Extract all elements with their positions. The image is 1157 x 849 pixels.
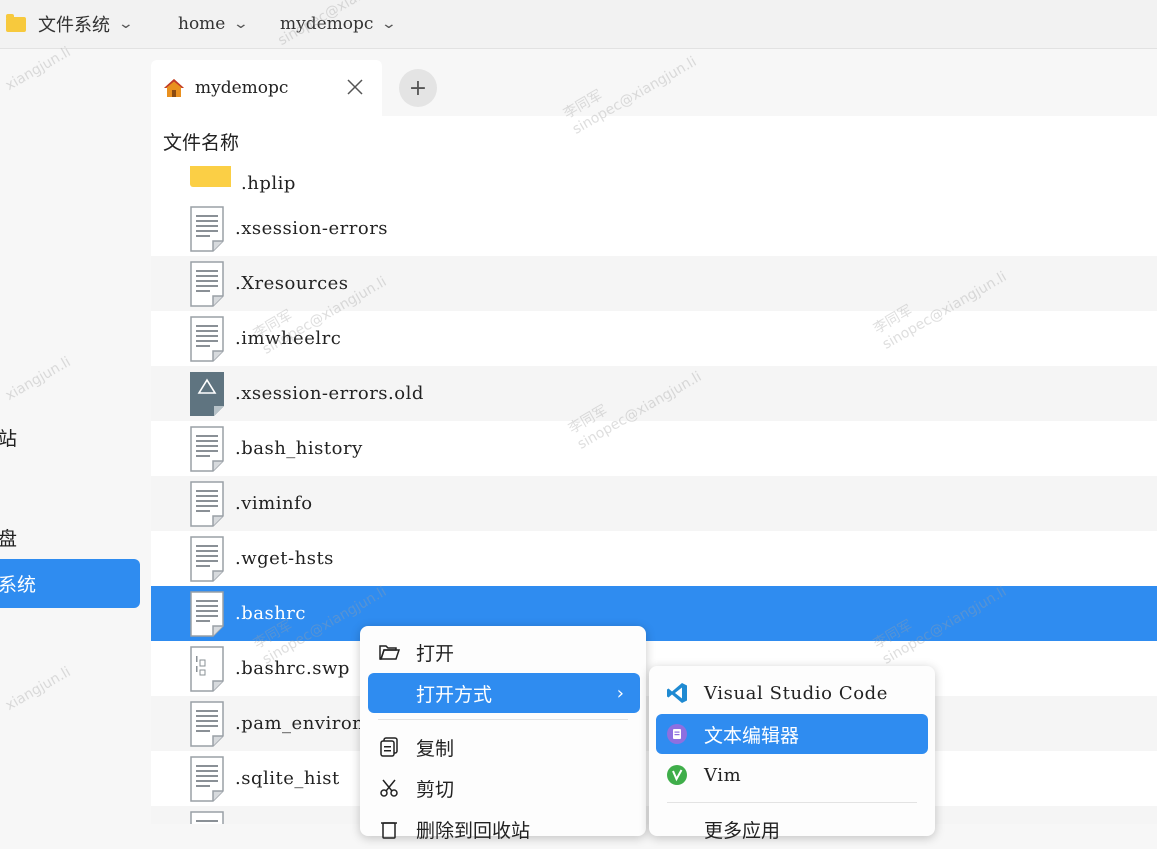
close-icon[interactable] xyxy=(346,78,364,96)
menu-divider xyxy=(667,802,917,803)
chevron-down-icon: ⌄ xyxy=(233,16,250,32)
menu-item-label: 文本编辑器 xyxy=(704,724,800,747)
sidebar-item-disk[interactable]: 盘 xyxy=(0,524,17,551)
file-row[interactable]: .xsession-errors.old xyxy=(151,366,1157,421)
sidebar-item-label: 盘 xyxy=(0,528,18,550)
sidebar-item-trash[interactable]: 站 xyxy=(0,424,17,451)
menu-item-more-apps[interactable]: 更多应用 xyxy=(656,809,928,849)
breadcrumb-home-label: home xyxy=(178,14,226,34)
file-row-selected[interactable]: .bashrc xyxy=(151,586,1157,641)
tab-mydemopc[interactable]: mydemopc xyxy=(151,60,382,116)
breadcrumb-user-label: mydemopc xyxy=(280,14,374,34)
folder-open-icon xyxy=(379,645,400,660)
home-icon xyxy=(164,79,184,97)
menu-item-open-with[interactable]: 打开方式 › xyxy=(368,673,640,713)
text-file-icon xyxy=(190,535,224,582)
file-name: .xsession-errors xyxy=(235,218,389,239)
file-name: .viminfo xyxy=(235,493,313,514)
menu-item-label: 剪切 xyxy=(416,778,455,801)
breadcrumb-root-label: 文件系统 xyxy=(38,15,110,36)
file-name: .sqlite_hist xyxy=(235,768,340,789)
chevron-down-icon: ⌄ xyxy=(381,16,398,32)
sidebar-item-label: 系统 xyxy=(0,574,37,596)
copy-icon xyxy=(380,737,398,757)
text-file-icon xyxy=(190,425,224,472)
chevron-down-icon: ⌄ xyxy=(117,16,135,32)
file-name: .hplip xyxy=(241,173,296,194)
file-row[interactable]: .viminfo xyxy=(151,476,1157,531)
text-file-icon xyxy=(190,260,224,307)
file-row[interactable]: .hplip xyxy=(151,166,1157,201)
sidebar: 站 盘 系统 xyxy=(0,49,148,824)
file-row[interactable]: .xsession-errors xyxy=(151,201,1157,256)
file-row[interactable]: .Xresources xyxy=(151,256,1157,311)
text-file-icon xyxy=(190,755,224,802)
vscode-icon xyxy=(667,683,687,703)
text-file-icon xyxy=(190,480,224,527)
folder-icon xyxy=(6,13,26,32)
plus-icon: + xyxy=(408,75,428,101)
file-row[interactable]: .bash_history xyxy=(151,421,1157,476)
menu-item-vscode[interactable]: Visual Studio Code xyxy=(656,673,928,713)
breadcrumb-user[interactable]: mydemopc ⌄ xyxy=(280,10,398,38)
file-name: .wget-hsts xyxy=(235,548,334,569)
breadcrumb-root[interactable]: 文件系统 ⌄ xyxy=(6,10,135,38)
text-file-icon xyxy=(190,315,224,362)
menu-item-delete[interactable]: 删除到回收站 xyxy=(368,809,640,849)
breadcrumb-bar: 文件系统 ⌄ home ⌄ mydemopc ⌄ xyxy=(0,0,1157,49)
vim-icon xyxy=(667,765,687,785)
file-name: .xsession-errors.old xyxy=(235,383,424,404)
file-name: .bash_history xyxy=(235,438,363,459)
scissors-icon xyxy=(380,779,398,797)
menu-item-label: 更多应用 xyxy=(704,819,781,842)
menu-item-label: Visual Studio Code xyxy=(704,682,889,704)
sidebar-item-filesystem[interactable]: 系统 xyxy=(0,559,140,608)
column-header-name[interactable]: 文件名称 xyxy=(163,128,239,155)
menu-item-label: 打开 xyxy=(416,642,455,665)
menu-item-label: Vim xyxy=(704,764,742,786)
text-file-icon xyxy=(190,810,224,824)
add-tab-button[interactable]: + xyxy=(399,69,437,107)
context-menu: 打开 打开方式 › 复制 剪切 删除到回收站 xyxy=(360,626,646,842)
sidebar-item-label: 站 xyxy=(0,428,18,450)
file-name: .Xresources xyxy=(235,273,349,294)
file-name: .pam_environ xyxy=(235,713,365,734)
tab-label: mydemopc xyxy=(195,78,289,98)
file-name: .imwheelrc xyxy=(235,328,342,349)
menu-item-cut[interactable]: 剪切 xyxy=(368,768,640,808)
trash-icon xyxy=(381,822,397,839)
folder-icon xyxy=(190,166,231,187)
file-name: .bashrc.swp xyxy=(235,658,350,679)
breadcrumb-home[interactable]: home ⌄ xyxy=(178,10,250,38)
text-file-icon xyxy=(190,205,224,252)
menu-item-text-editor[interactable]: 文本编辑器 xyxy=(656,714,928,754)
chevron-right-icon: › xyxy=(616,682,624,704)
text-editor-icon xyxy=(667,724,687,744)
file-row[interactable]: .imwheelrc xyxy=(151,311,1157,366)
menu-item-copy[interactable]: 复制 xyxy=(368,727,640,767)
open-with-submenu: Visual Studio Code 文本编辑器 Vim 更多应用 xyxy=(649,666,935,842)
text-file-icon xyxy=(190,700,224,747)
menu-item-label: 打开方式 xyxy=(416,683,493,706)
blank-icon xyxy=(378,682,400,704)
menu-divider xyxy=(378,719,628,720)
blank-icon xyxy=(666,818,688,840)
menu-item-label: 复制 xyxy=(416,737,455,760)
binary-file-icon xyxy=(190,645,224,692)
file-row[interactable]: .wget-hsts xyxy=(151,531,1157,586)
recycle-file-icon xyxy=(190,371,224,416)
tab-bar: mydemopc + xyxy=(151,60,1157,116)
menu-item-label: 删除到回收站 xyxy=(416,819,531,842)
file-name: .bashrc xyxy=(235,603,306,624)
menu-item-vim[interactable]: Vim xyxy=(656,755,928,795)
menu-item-open[interactable]: 打开 xyxy=(368,632,640,672)
text-file-icon xyxy=(190,590,224,637)
